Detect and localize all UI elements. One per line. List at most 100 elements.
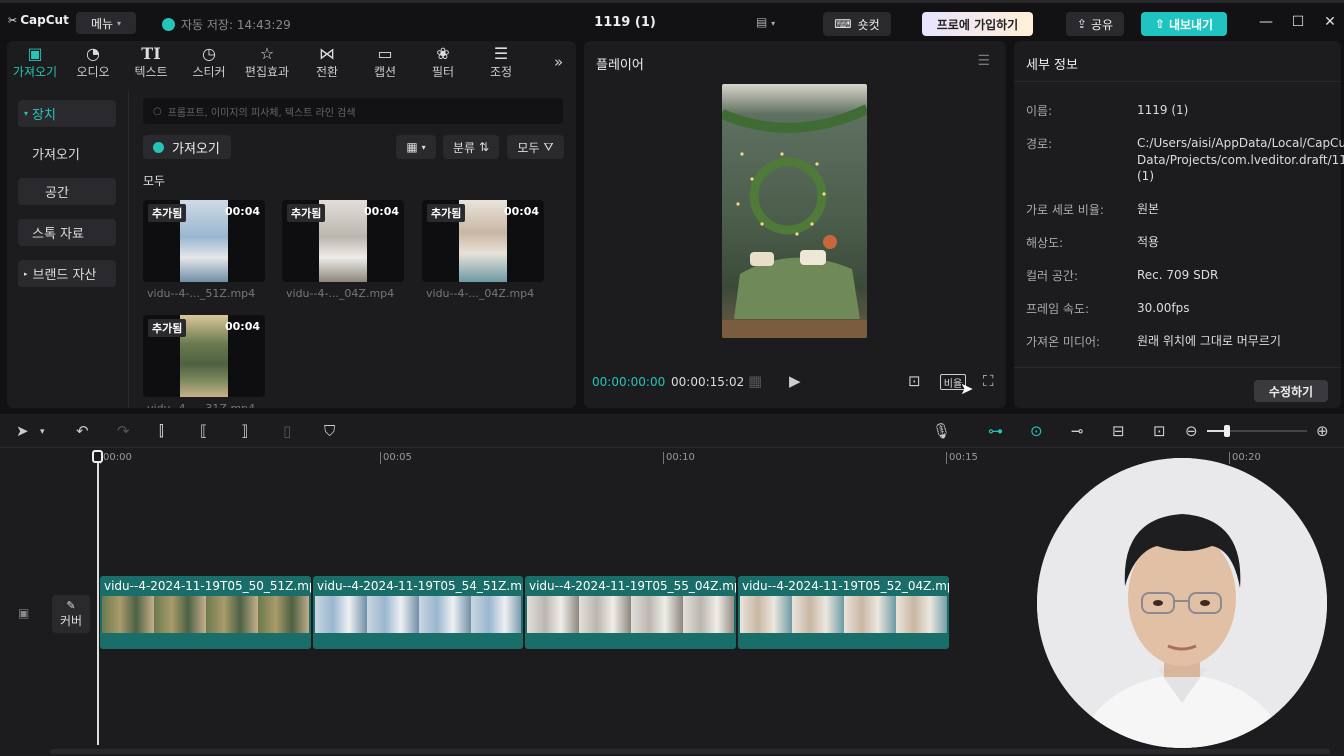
sidebar-item-brand[interactable]: ▸ 브랜드 자산	[18, 260, 116, 287]
main-track-magnet-icon[interactable]: ⊶	[988, 422, 1003, 440]
media-panel: ▣ 가져오기 ◔ 오디오 TI 텍스트 ◷ 스티커 ☆ 편집효과 ⋈ 전환 ▭ …	[7, 41, 576, 408]
autosave-status: 자동 저장: 14:43:29	[162, 16, 291, 33]
import-button[interactable]: 가져오기	[143, 135, 231, 159]
zoom-slider-handle[interactable]	[1224, 425, 1230, 437]
tab-label: 편집효과	[244, 65, 290, 79]
timeline-clip[interactable]: vidu--4-2024-11-19T05_55_04Z.mp4 0	[525, 576, 736, 649]
trim-right-icon[interactable]: ⟧	[241, 422, 248, 440]
zoom-fit-icon[interactable]: ⊡	[908, 372, 921, 390]
share-button[interactable]: ⇪ 공유	[1066, 12, 1124, 36]
trim-left-icon[interactable]: ⟦	[200, 422, 207, 440]
media-item[interactable]: 추가됨 00:04	[422, 200, 544, 282]
shortcut-button[interactable]: ⌨ 숏컷	[823, 12, 891, 36]
sidebar-item-space[interactable]: 공간	[18, 178, 116, 205]
hamburger-menu-icon[interactable]: ☰	[977, 53, 990, 69]
screen-icon[interactable]: ⊡	[1153, 422, 1166, 440]
edit-button[interactable]: 수정하기	[1254, 380, 1328, 402]
thumbnail-image	[459, 200, 507, 282]
chevron-down-icon[interactable]: ▾	[40, 427, 45, 437]
added-badge: 추가됨	[148, 204, 187, 222]
media-item[interactable]: 추가됨 00:04	[143, 200, 265, 282]
tab-sticker[interactable]: ◷ 스티커	[184, 43, 234, 83]
filter-button[interactable]: 모두 ⛛	[507, 135, 564, 159]
cover-button[interactable]: ✎ 커버	[52, 595, 90, 633]
timeline-clip[interactable]: vidu--4-2024-11-19T05_50_51Z.mp4 0	[100, 576, 311, 649]
project-title: 1119 (1)	[594, 15, 656, 30]
current-timecode: 00:00:00:00	[592, 375, 666, 389]
maximize-icon[interactable]: ☐	[1288, 14, 1308, 30]
ruler-label: 00:20	[1229, 452, 1261, 464]
video-preview[interactable]	[722, 84, 867, 338]
webcam-overlay	[1037, 458, 1327, 748]
media-item[interactable]: 추가됨 00:04	[282, 200, 404, 282]
tab-filter[interactable]: ❀ 필터	[418, 43, 468, 83]
color-space-value: Rec. 709 SDR	[1137, 268, 1219, 282]
timeline-toolbar: ➤ ▾ ↶ ↷ ⫿ ⟦ ⟧ ▯ ⛉ 🎙 ⊶ ⊙ ⊸ ⊟ ⊡ ⊖ ⊕	[0, 414, 1344, 448]
redo-icon[interactable]: ↷	[117, 422, 130, 440]
ruler-label: 00:00	[100, 452, 132, 464]
sort-button[interactable]: 분류 ⇅	[443, 135, 499, 159]
grid-view-icon[interactable]: ▦	[748, 372, 762, 390]
view-mode-button[interactable]: ▦ ▾	[396, 135, 436, 159]
menu-button[interactable]: 메뉴 ▾	[76, 12, 136, 34]
playhead[interactable]	[97, 452, 99, 745]
zoom-out-icon[interactable]: ⊖	[1185, 422, 1198, 440]
details-title: 세부 정보	[1026, 58, 1078, 73]
split-icon[interactable]: ⫿	[159, 422, 164, 440]
timeline-clip[interactable]: vidu--4-2024-11-19T05_54_51Z.mp4 0	[313, 576, 523, 649]
tab-transition[interactable]: ⋈ 전환	[302, 43, 352, 83]
delete-icon[interactable]: ▯	[283, 422, 291, 440]
more-tabs-icon[interactable]: »	[554, 53, 563, 71]
export-button[interactable]: ⇧ 내보내기	[1141, 12, 1227, 36]
tab-label: 오디오	[76, 65, 110, 79]
sidebar-item-stock[interactable]: 스톡 자료	[18, 219, 116, 246]
timeline-clip[interactable]: vidu--4-2024-11-19T05_52_04Z.mp4 0	[738, 576, 949, 649]
select-cursor-icon[interactable]: ➤	[16, 422, 29, 440]
tab-effects[interactable]: ☆ 편집효과	[242, 43, 292, 83]
duration-label: 00:04	[224, 205, 260, 218]
imported-media-value: 원래 위치에 그대로 머무르기	[1137, 334, 1281, 348]
tab-audio[interactable]: ◔ 오디오	[68, 43, 118, 83]
sort-label: 분류	[452, 140, 476, 155]
zoom-slider[interactable]	[1207, 425, 1307, 437]
media-item[interactable]: 추가됨 00:04	[143, 315, 265, 397]
playhead-handle[interactable]	[92, 450, 103, 463]
add-icon	[153, 141, 164, 153]
aspect-ratio-label: 가로 세로 비율:	[1026, 203, 1104, 217]
minimize-icon[interactable]: —	[1256, 14, 1276, 30]
tab-caption[interactable]: ▭ 캡션	[360, 43, 410, 83]
presenter-image	[1037, 458, 1327, 748]
layout-button[interactable]: ▤ ▾	[756, 15, 775, 29]
sidebar-item-import[interactable]: 가져오기	[18, 140, 116, 167]
tab-text[interactable]: TI 텍스트	[126, 43, 176, 83]
undo-icon[interactable]: ↶	[76, 422, 89, 440]
zoom-in-icon[interactable]: ⊕	[1316, 422, 1329, 440]
capcut-logo-icon: ✂	[8, 13, 18, 27]
link-icon[interactable]: ⊸	[1071, 422, 1084, 440]
search-icon: ○	[153, 105, 162, 117]
auto-snap-icon[interactable]: ⊙	[1030, 422, 1043, 440]
sidebar-item-label: 스톡 자료	[32, 227, 84, 242]
close-icon[interactable]: ✕	[1320, 14, 1340, 30]
tab-import[interactable]: ▣ 가져오기	[10, 43, 60, 83]
added-badge: 추가됨	[427, 204, 466, 222]
sticker-icon: ◷	[202, 44, 216, 63]
path-label: 경로:	[1026, 137, 1053, 151]
tab-label: 필터	[431, 65, 455, 79]
imported-media-label: 가져온 미디어:	[1026, 335, 1101, 349]
media-search-input[interactable]: ○ 프롬프트, 이미지의 피사체, 텍스트 라인 검색	[143, 98, 563, 124]
fullscreen-icon[interactable]: ⛶	[983, 372, 994, 390]
media-sidebar: ▾ 장치 가져오기 공간 스톡 자료 ▸ 브랜드 자산	[7, 91, 129, 408]
microphone-icon[interactable]: 🎙	[932, 422, 951, 440]
play-icon[interactable]: ▶	[789, 372, 801, 390]
pro-subscribe-button[interactable]: 프로에 가입하기	[922, 12, 1033, 36]
timeline-scrollbar[interactable]	[50, 749, 1330, 754]
cover-label: 커버	[59, 614, 83, 628]
tab-adjust[interactable]: ☰ 조정	[476, 43, 526, 83]
chevron-down-icon: ▾	[117, 18, 122, 28]
shield-icon[interactable]: ⛉	[324, 422, 335, 440]
section-label: 모두	[143, 174, 166, 188]
preview-axis-icon[interactable]: ⊟	[1112, 422, 1125, 440]
sidebar-item-device[interactable]: ▾ 장치	[18, 100, 116, 127]
media-item-name: vidu--4-..._04Z.mp4	[426, 287, 535, 300]
